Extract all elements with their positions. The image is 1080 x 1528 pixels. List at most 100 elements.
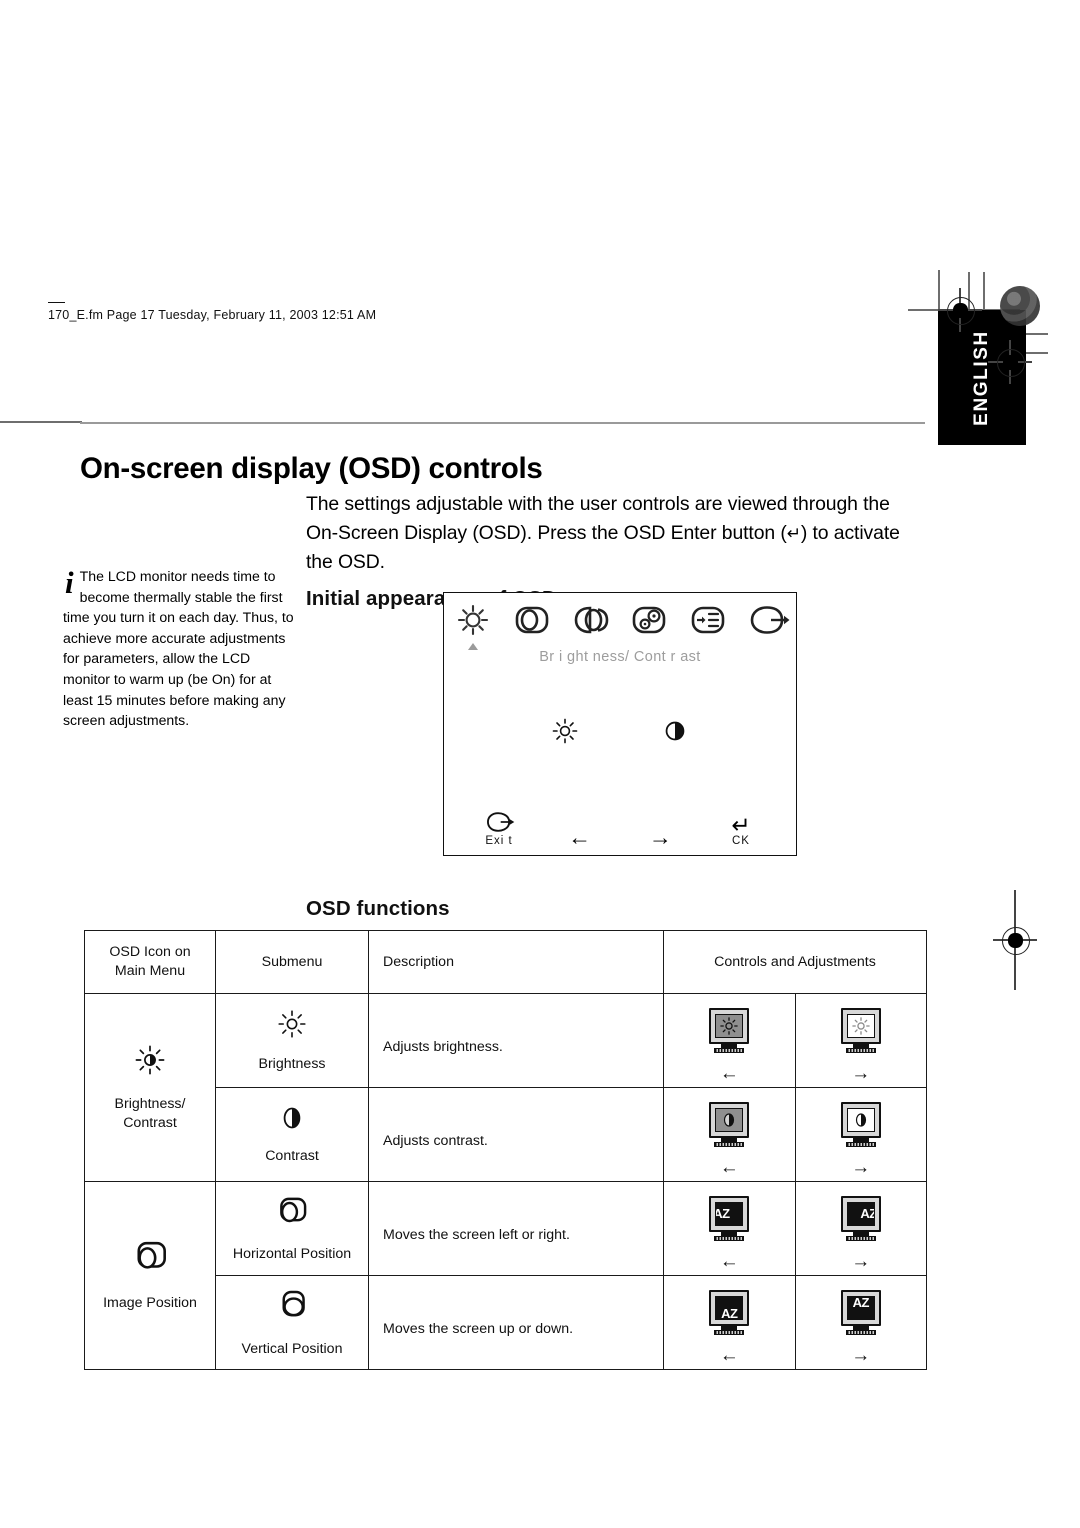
header-osd-icon-line2: Main Menu [114,963,186,979]
table-row: Brightness/ Contrast Brightness Adjusts … [84,993,927,1182]
control-contrast-decrease: ← [663,1087,796,1182]
horizontal-position-icon [272,1194,312,1236]
left-arrow-icon: ← [719,1345,739,1366]
header-osd-icon-line1: OSD Icon on [109,944,191,960]
left-arrow-icon: ← [719,1063,739,1084]
crop-mark-vertical-a [938,270,940,420]
filemaker-header-stamp: 170_E.fm Page 17 Tuesday, February 11, 2… [48,302,377,322]
submenu-contrast: Contrast [215,1087,369,1182]
monitor-brightness-light-icon [840,1008,881,1053]
osd-brightness-contrast-icon[interactable] [449,601,497,650]
crop-mark-horizontal-left [0,421,82,423]
submenu-vertical-position: Vertical Position [215,1275,369,1370]
main-menu-label-line1: Image Position [103,1295,197,1311]
contrast-half-circle-icon [278,1104,306,1138]
brightness-contrast-icon [133,1043,167,1083]
header-description: Description [368,930,664,994]
left-arrow-icon: ← [719,1251,739,1272]
monitor-contrast-low-icon [709,1102,750,1147]
monitor-brightness-dark-icon [709,1008,750,1053]
control-brightness-decrease: ← [663,993,796,1088]
description-cell: Adjusts brightness. [368,993,664,1088]
title-divider [80,422,925,424]
note-text: The LCD monitor needs time to become the… [63,568,294,729]
monitor-shift-left-icon: AZ [709,1196,750,1241]
submenu-brightness: Brightness [215,993,369,1088]
crop-mark-horizontal-c [983,352,1048,354]
header-stamp-text: 170_E.fm Page 17 Tuesday, February 11, 2… [48,308,377,322]
crop-mark-vertical-c [983,272,985,352]
screen-az-label: AZ [716,1206,730,1222]
right-arrow-icon: → [851,1063,871,1084]
table-header-row: OSD Icon on Main Menu Submenu Descriptio… [84,930,927,994]
main-menu-brightness-contrast: Brightness/ Contrast [84,993,216,1182]
color-swatch-patch [1000,286,1040,326]
table-header: OSD Icon on Main Menu Submenu Descriptio… [84,930,927,994]
enter-key-glyph: ↵ [786,524,801,543]
language-tab-label: ENGLISH [971,329,992,426]
osd-contrast-icon[interactable] [659,715,691,752]
language-tab: ENGLISH [938,310,1026,445]
control-contrast-increase: → [794,1087,927,1182]
header-submenu: Submenu [215,930,369,994]
table-row: Image Position Horizontal Position Moves… [84,1181,927,1370]
screen-az-label: AZ [852,1295,870,1310]
monitor-shift-down-icon: AZ [709,1290,750,1335]
control-hposition-right: AZ → [794,1181,927,1276]
right-arrow-icon: → [851,1157,871,1178]
osd-ok-button[interactable]: ↵ CK [704,814,778,848]
header-tick-mark [48,302,65,303]
osd-button-bar: Exi t ← → ↵ CK [462,811,778,850]
osd-image-setup-icon[interactable] [567,601,615,641]
page-title: On-screen display (OSD) controls [80,451,543,485]
description-cell: Moves the screen up or down. [368,1275,664,1370]
table-body: Brightness/ Contrast Brightness Adjusts … [84,993,927,1370]
osd-icon-bar [444,601,796,650]
osd-color-icon[interactable] [625,601,673,641]
screen-az-label: AZ [860,1206,873,1222]
crop-mark-horizontal-a [908,309,1020,311]
registration-mark-right-middle [993,890,1037,990]
header-controls: Controls and Adjustments [663,930,927,994]
osd-left-arrow-button[interactable]: ← [543,824,617,850]
monitor-shift-right-icon: AZ [840,1196,881,1241]
submenu-label: Brightness [258,1055,326,1072]
osd-brightness-sun-icon[interactable] [549,715,581,752]
vertical-position-icon [272,1287,312,1331]
description-cell: Moves the screen left or right. [368,1181,664,1276]
osd-preview-panel: Br i ght ness/ Cont r ast Exi t ← → ↵ CK [443,592,797,856]
main-menu-label-line2: Contrast [123,1114,177,1131]
osd-image-position-icon[interactable] [508,601,556,641]
submenu-label: Vertical Position [241,1340,343,1357]
screen-az-label: AZ [721,1306,738,1320]
right-arrow-icon: → [851,1251,871,1272]
osd-exit-button[interactable]: Exi t [462,811,536,847]
osd-submenu-icons [444,715,796,752]
main-menu-label-line1: Brightness/ [114,1095,186,1112]
left-arrow-icon: ← [568,824,592,850]
right-arrow-icon: → [648,824,672,850]
section-heading-osd-functions: OSD functions [306,897,450,920]
osd-exit-button-icon [462,811,536,836]
control-vposition-up: AZ → [794,1275,927,1370]
monitor-shift-up-icon: AZ [840,1290,881,1335]
osd-menu-title: Br i ght ness/ Cont r ast [539,649,701,665]
osd-exit-icon[interactable] [743,601,791,641]
image-position-icon [129,1238,171,1282]
note-callout: i The LCD monitor needs time to become th… [63,566,295,731]
osd-functions-table: OSD Icon on Main Menu Submenu Descriptio… [84,930,927,1370]
monitor-contrast-high-icon [840,1102,881,1147]
info-icon: i [65,565,74,600]
header-osd-icon: OSD Icon on Main Menu [84,930,216,994]
crop-mark-horizontal-b [968,333,1048,335]
osd-ok-button-label: CK [731,835,750,847]
left-arrow-icon: ← [719,1157,739,1178]
osd-options-icon[interactable] [684,601,732,641]
control-hposition-left: AZ ← [663,1181,796,1276]
osd-right-arrow-button[interactable]: → [623,824,697,850]
submenu-horizontal-position: Horizontal Position [215,1181,369,1276]
brightness-sun-icon [276,1008,308,1046]
control-vposition-down: AZ ← [663,1275,796,1370]
osd-exit-button-label: Exi t [485,835,513,847]
submenu-label: Horizontal Position [232,1245,352,1262]
